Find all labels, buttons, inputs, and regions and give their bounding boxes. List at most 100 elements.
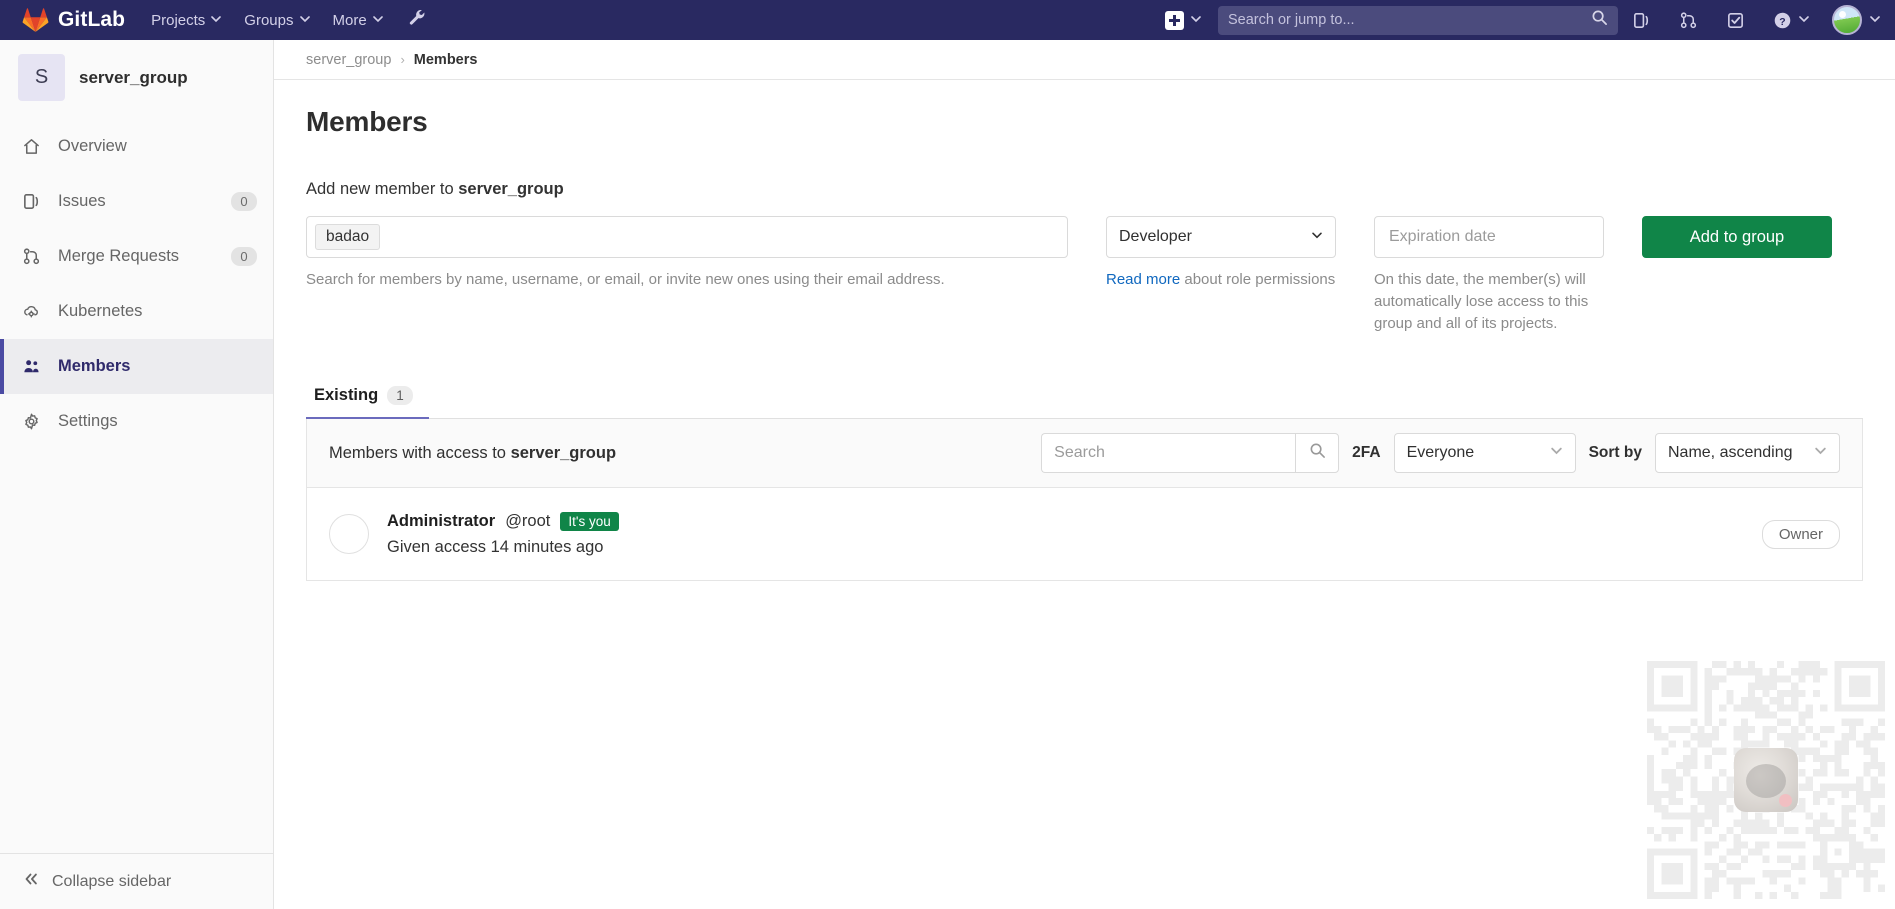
breadcrumb-group-link[interactable]: server_group: [306, 52, 391, 68]
sidebar-item-badge: 0: [231, 247, 257, 266]
tab-existing[interactable]: Existing 1: [306, 376, 429, 420]
chevron-down-icon: [299, 14, 310, 23]
plus-square-icon: [1165, 10, 1184, 30]
qr-code-icon: [1647, 661, 1885, 899]
merge-requests-icon: [1680, 11, 1697, 28]
sidebar-item-merge-requests[interactable]: Merge Requests 0: [0, 229, 273, 284]
sidebar-item-overview[interactable]: Overview: [0, 119, 273, 174]
member-field-help: Search for members by name, username, or…: [306, 271, 945, 288]
sort-label: Sort by: [1588, 444, 1642, 462]
members-card-title-group: server_group: [510, 443, 617, 462]
role-read-more-link[interactable]: Read more: [1106, 271, 1180, 288]
member-name[interactable]: Administrator: [387, 512, 495, 531]
nav-projects[interactable]: Projects: [139, 0, 232, 40]
home-icon: [22, 137, 48, 156]
issues-icon: [1634, 12, 1649, 28]
member-access-text: Given access 14 minutes ago: [387, 537, 604, 556]
member-search-input[interactable]: badao: [306, 216, 1068, 258]
chevron-down-icon: [1191, 14, 1201, 23]
issues-icon: [22, 192, 48, 211]
svg-text:?: ?: [1779, 16, 1785, 27]
search-icon: [1591, 9, 1608, 31]
member-token[interactable]: badao: [315, 224, 381, 250]
members-search-input[interactable]: Search: [1041, 433, 1296, 474]
sort-value: Name, ascending: [1668, 444, 1793, 462]
sort-select[interactable]: Name, ascending: [1655, 433, 1840, 474]
role-field-help: Read more about role permissions: [1106, 269, 1336, 291]
sidebar-item-label: Settings: [58, 412, 118, 430]
chevron-down-icon: [1550, 444, 1563, 462]
members-filters: Search 2FA Everyone Sort by Name, ascend…: [1041, 433, 1840, 474]
chevron-down-icon: [372, 14, 383, 23]
chevron-down-icon: [1814, 444, 1827, 462]
twofa-filter-value: Everyone: [1406, 444, 1475, 462]
nav-todos-icon[interactable]: [1712, 0, 1759, 40]
members-tabs: Existing 1: [306, 376, 1863, 420]
chevron-down-icon: [1870, 14, 1880, 23]
add-member-form: badao Search for members by name, userna…: [306, 216, 1863, 334]
collapse-sidebar-label: Collapse sidebar: [52, 872, 172, 890]
members-icon: [22, 357, 48, 376]
submit-group: Add to group: [1642, 216, 1832, 258]
member-identity: Administrator @root It's you: [387, 511, 619, 531]
gitlab-wordmark: GitLab: [58, 8, 126, 31]
gitlab-home-link[interactable]: GitLab: [0, 0, 139, 40]
nav-groups[interactable]: Groups: [232, 0, 320, 40]
navbar-right: Search or jump to... ?: [1165, 0, 1895, 40]
twofa-filter-select[interactable]: Everyone: [1393, 433, 1576, 474]
members-card-title: Members with access to server_group: [329, 444, 616, 463]
twofa-label: 2FA: [1352, 444, 1381, 462]
members-card-title-prefix: Members with access to: [329, 443, 511, 462]
todos-icon: [1728, 12, 1743, 28]
members-card-header: Members with access to server_group Sear…: [307, 419, 1862, 489]
add-to-group-button[interactable]: Add to group: [1642, 216, 1832, 258]
admin-area-button[interactable]: [394, 0, 441, 40]
member-role-badge: Owner: [1761, 519, 1840, 549]
sidebar-item-label: Members: [58, 357, 131, 375]
user-menu-button[interactable]: [1822, 5, 1895, 35]
group-avatar: S: [18, 54, 65, 101]
wrench-icon: [408, 8, 427, 32]
sidebar-item-issues[interactable]: Issues 0: [0, 174, 273, 229]
tab-existing-label: Existing: [314, 386, 379, 405]
chevron-down-icon: [1311, 228, 1323, 246]
members-search-button[interactable]: [1295, 433, 1340, 474]
navbar-left: GitLab Projects Groups More: [0, 0, 441, 40]
sidebar-item-members[interactable]: Members: [0, 339, 273, 394]
nav-more[interactable]: More: [321, 0, 394, 40]
nav-projects-label: Projects: [151, 11, 206, 29]
nav-issues-icon[interactable]: [1618, 0, 1665, 40]
expiration-date-input[interactable]: Expiration date: [1374, 216, 1604, 258]
expiration-date-placeholder: Expiration date: [1389, 228, 1496, 245]
sidebar-item-label: Overview: [58, 137, 127, 155]
chevron-down-icon: [211, 14, 222, 23]
kubernetes-icon: [22, 302, 48, 321]
member-info: Administrator @root It's you Given acces…: [387, 511, 619, 557]
help-icon: ?: [1774, 12, 1791, 28]
member-handle[interactable]: @root: [505, 512, 550, 531]
sidebar-item-settings[interactable]: Settings: [0, 394, 273, 449]
nav-merge-requests-icon[interactable]: [1665, 0, 1712, 40]
new-item-button[interactable]: [1165, 10, 1206, 30]
gitlab-logo-icon: [22, 7, 49, 33]
nav-help-button[interactable]: ?: [1759, 0, 1822, 40]
merge-requests-icon: [22, 247, 48, 266]
page-content: Members Add new member to server_group b…: [274, 106, 1895, 582]
member-field-group: badao Search for members by name, userna…: [306, 216, 1068, 291]
role-select[interactable]: Developer: [1106, 216, 1336, 258]
double-chevron-left-icon: [22, 870, 40, 893]
sidebar-item-label: Issues: [58, 192, 106, 210]
gear-icon: [22, 412, 48, 431]
sidebar-item-kubernetes[interactable]: Kubernetes: [0, 284, 273, 339]
breadcrumb: server_group › Members: [274, 40, 1895, 80]
sidebar-context-header[interactable]: S server_group: [0, 40, 273, 115]
sidebar-nav-list: Overview Issues 0 Merge Requests 0 Kuber…: [0, 119, 273, 449]
main-content: server_group › Members Members Add new m…: [274, 40, 1895, 909]
top-navbar: GitLab Projects Groups More Search or ju…: [0, 0, 1895, 40]
global-search-input[interactable]: Search or jump to...: [1218, 5, 1618, 35]
add-member-heading-prefix: Add new member to: [306, 180, 459, 198]
group-sidebar: S server_group Overview Issues 0 Merge R…: [0, 40, 274, 909]
app-shell: S server_group Overview Issues 0 Merge R…: [0, 40, 1895, 909]
global-search-placeholder: Search or jump to...: [1228, 12, 1355, 28]
collapse-sidebar-button[interactable]: Collapse sidebar: [0, 853, 273, 909]
